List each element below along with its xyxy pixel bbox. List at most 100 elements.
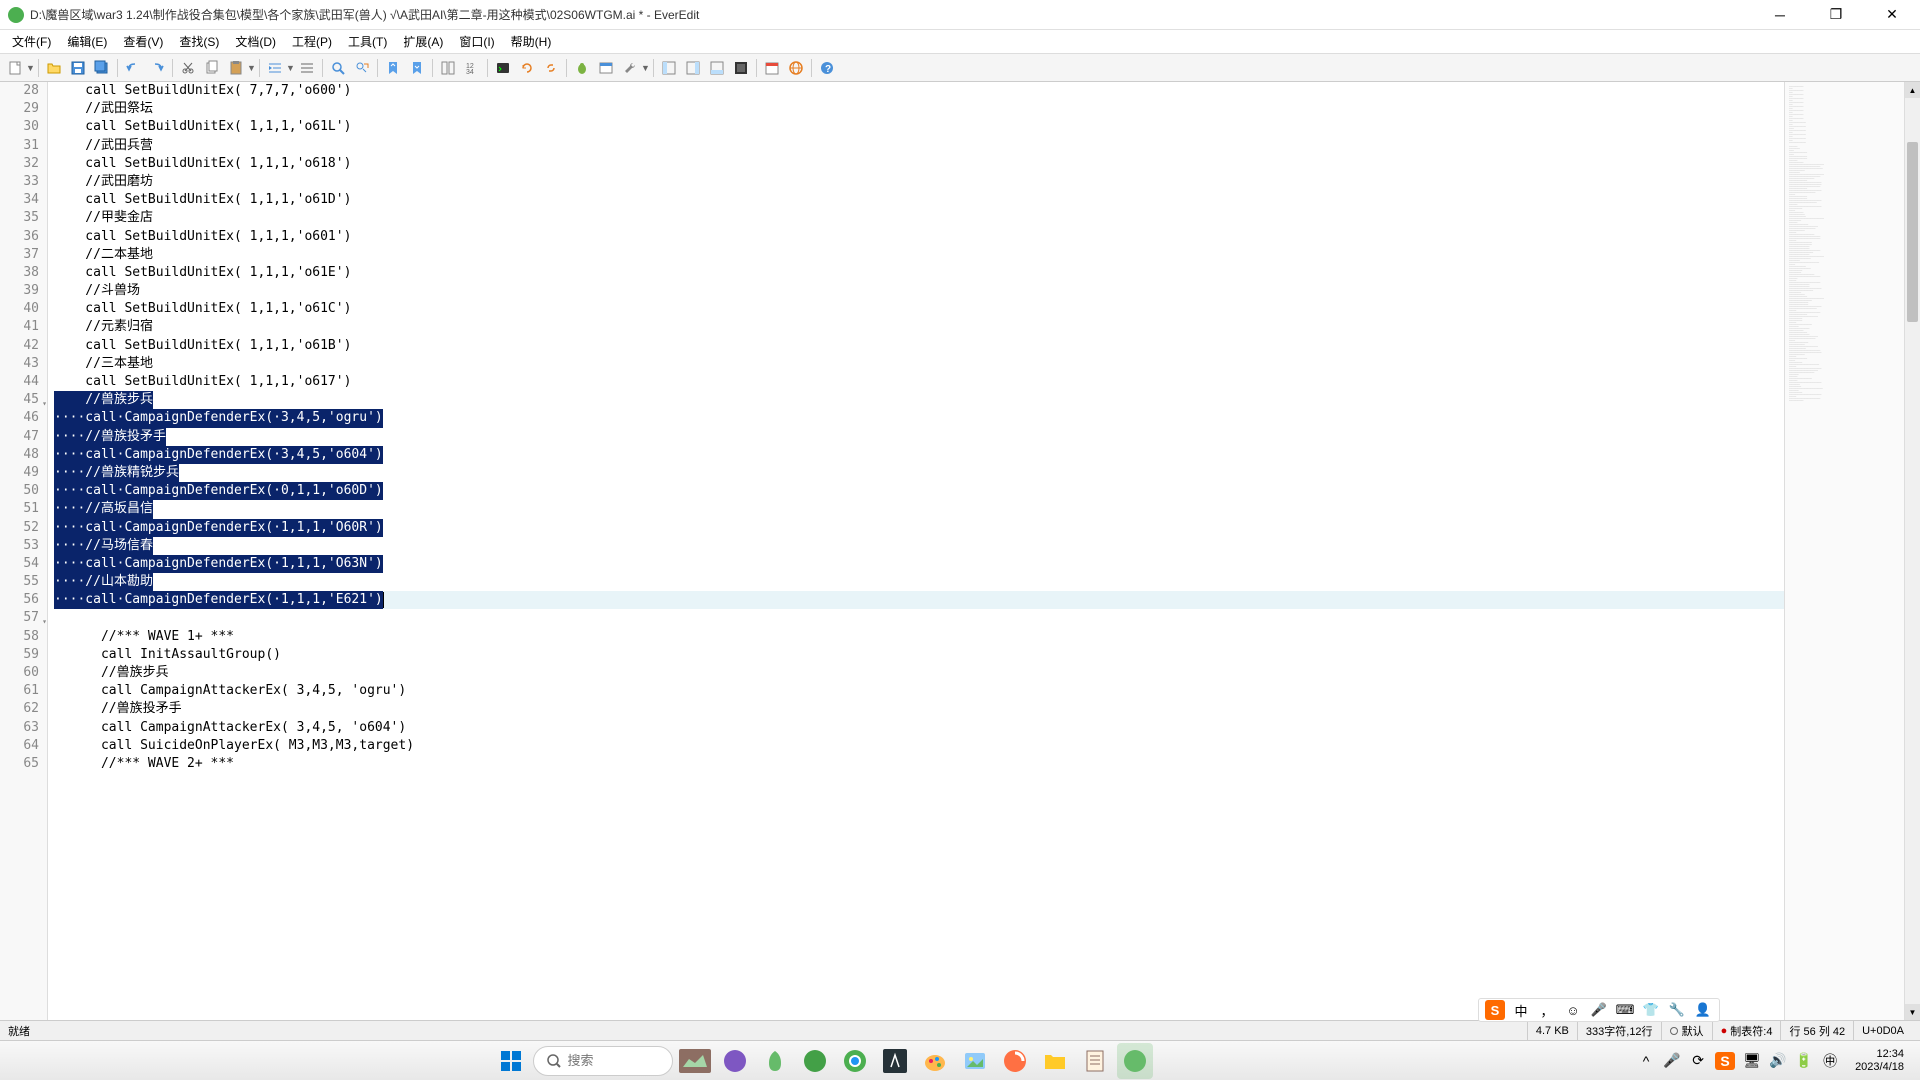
- menu-search[interactable]: 查找(S): [171, 31, 227, 52]
- menu-view[interactable]: 查看(V): [115, 31, 171, 52]
- taskbar-app-image[interactable]: [957, 1043, 993, 1079]
- calendar-icon[interactable]: [761, 57, 783, 79]
- minimize-button[interactable]: ─: [1760, 3, 1800, 27]
- column-mode-icon[interactable]: [437, 57, 459, 79]
- taskbar-app-landscape[interactable]: [677, 1043, 713, 1079]
- status-encoding: U+0D0A: [1853, 1021, 1912, 1040]
- menu-edit[interactable]: 编辑(E): [59, 31, 115, 52]
- save-all-icon[interactable]: [91, 57, 113, 79]
- ime-voice-icon[interactable]: 🎤: [1589, 1000, 1609, 1020]
- svg-text:34: 34: [466, 69, 474, 76]
- taskbar-app-purple[interactable]: [717, 1043, 753, 1079]
- ime-skin-icon[interactable]: 👕: [1641, 1000, 1661, 1020]
- save-icon[interactable]: [67, 57, 89, 79]
- link-icon[interactable]: [540, 57, 562, 79]
- scroll-down-icon[interactable]: ▼: [1905, 1004, 1920, 1020]
- clock-time: 12:34: [1855, 1048, 1904, 1061]
- menu-window[interactable]: 窗口(I): [451, 31, 502, 52]
- tray-battery-icon[interactable]: 🔋: [1795, 1052, 1813, 1070]
- paste-icon[interactable]: [225, 57, 247, 79]
- taskbar-app-folder[interactable]: [1037, 1043, 1073, 1079]
- line-gutter: 282930313233343536373839404142434445▾464…: [0, 82, 48, 1020]
- statusbar: 就绪 4.7 KB 333字符,12行 默认 ● 制表符:4 行 56 列 42…: [0, 1020, 1920, 1040]
- dropdown-icon[interactable]: ▼: [286, 63, 294, 73]
- panel3-icon[interactable]: [706, 57, 728, 79]
- menubar: 文件(F) 编辑(E) 查看(V) 查找(S) 文档(D) 工程(P) 工具(T…: [0, 30, 1920, 54]
- status-tabwidth[interactable]: ● 制表符:4: [1712, 1021, 1781, 1040]
- tray-sogou-icon[interactable]: S: [1715, 1052, 1735, 1070]
- menu-help[interactable]: 帮助(H): [503, 31, 560, 52]
- undo-icon[interactable]: [122, 57, 144, 79]
- tray-chevron-icon[interactable]: ^: [1637, 1052, 1655, 1070]
- browser-icon[interactable]: [785, 57, 807, 79]
- redo-icon[interactable]: [146, 57, 168, 79]
- dropdown-icon[interactable]: ▼: [247, 63, 255, 73]
- dropdown-icon[interactable]: ▼: [641, 63, 649, 73]
- ime-toolbox-icon[interactable]: 🔧: [1667, 1000, 1687, 1020]
- preview-icon[interactable]: [595, 57, 617, 79]
- menu-tools[interactable]: 工具(T): [340, 31, 395, 52]
- cut-icon[interactable]: [177, 57, 199, 79]
- bug-icon[interactable]: [571, 57, 593, 79]
- taskbar-search[interactable]: [533, 1046, 673, 1076]
- taskbar-app-orange[interactable]: [997, 1043, 1033, 1079]
- taskbar-app-dark[interactable]: [877, 1043, 913, 1079]
- status-ready: 就绪: [8, 1023, 1527, 1039]
- svg-text:?: ?: [825, 64, 831, 75]
- dropdown-icon[interactable]: ▼: [26, 63, 34, 73]
- code-area[interactable]: call SetBuildUnitEx( 7,7,7,'o600') //武田祭…: [48, 82, 1784, 1020]
- panel4-icon[interactable]: [730, 57, 752, 79]
- tray-sync-icon[interactable]: ⟳: [1689, 1052, 1707, 1070]
- tray-monitor-icon[interactable]: 🖥: [1743, 1052, 1761, 1070]
- ime-lang-icon[interactable]: 中: [1511, 1000, 1531, 1020]
- taskbar-app-green[interactable]: [757, 1043, 793, 1079]
- ime-toolbar[interactable]: S 中 ， ☺ 🎤 ⌨ 👕 🔧 👤: [1478, 998, 1720, 1022]
- ime-emoji-icon[interactable]: ☺: [1563, 1000, 1583, 1020]
- ime-user-icon[interactable]: 👤: [1693, 1000, 1713, 1020]
- taskbar-app-greenball[interactable]: [797, 1043, 833, 1079]
- refresh-icon[interactable]: [516, 57, 538, 79]
- ime-keyboard-icon[interactable]: ⌨: [1615, 1000, 1635, 1020]
- scroll-thumb[interactable]: [1907, 142, 1918, 322]
- open-file-icon[interactable]: [43, 57, 65, 79]
- tray-ime-icon[interactable]: ㊥: [1821, 1052, 1839, 1070]
- wrench-icon[interactable]: [619, 57, 641, 79]
- find-icon[interactable]: [327, 57, 349, 79]
- terminal-icon[interactable]: [492, 57, 514, 79]
- wordwrap-icon[interactable]: [296, 57, 318, 79]
- ime-punct-icon[interactable]: ，: [1537, 1000, 1557, 1020]
- sogou-icon[interactable]: S: [1485, 1000, 1505, 1020]
- taskbar-app-notepad[interactable]: [1077, 1043, 1113, 1079]
- system-tray: ^ 🎤 ⟳ S 🖥 🔊 🔋 ㊥ 12:34 2023/4/18: [1637, 1048, 1912, 1074]
- minimap[interactable]: ──────────── ─── ──────────── ─── ──────…: [1784, 82, 1904, 1020]
- search-input[interactable]: [568, 1053, 658, 1068]
- menu-extension[interactable]: 扩展(A): [395, 31, 451, 52]
- status-position: 行 56 列 42: [1780, 1021, 1853, 1040]
- panel2-icon[interactable]: [682, 57, 704, 79]
- menu-project[interactable]: 工程(P): [284, 31, 340, 52]
- scroll-up-icon[interactable]: ▲: [1905, 82, 1920, 98]
- maximize-button[interactable]: ❐: [1816, 3, 1856, 27]
- panel1-icon[interactable]: [658, 57, 680, 79]
- menu-file[interactable]: 文件(F): [4, 31, 59, 52]
- status-mode[interactable]: 默认: [1661, 1021, 1712, 1040]
- taskbar-clock[interactable]: 12:34 2023/4/18: [1847, 1048, 1912, 1074]
- numbers-icon[interactable]: 1234: [461, 57, 483, 79]
- bookmark-prev-icon[interactable]: [382, 57, 404, 79]
- tray-mic-icon[interactable]: 🎤: [1663, 1052, 1681, 1070]
- replace-icon[interactable]: [351, 57, 373, 79]
- bookmark-next-icon[interactable]: [406, 57, 428, 79]
- taskbar-app-browser[interactable]: [837, 1043, 873, 1079]
- taskbar-app-paint[interactable]: [917, 1043, 953, 1079]
- copy-icon[interactable]: [201, 57, 223, 79]
- tray-volume-icon[interactable]: 🔊: [1769, 1052, 1787, 1070]
- menu-document[interactable]: 文档(D): [227, 31, 284, 52]
- help-icon[interactable]: ?: [816, 57, 838, 79]
- vertical-scrollbar[interactable]: ▲ ▼: [1904, 82, 1920, 1020]
- indent-icon[interactable]: [264, 57, 286, 79]
- toolbar: ▼ ▼ ▼ 1234 ▼ ?: [0, 54, 1920, 82]
- start-button[interactable]: [493, 1043, 529, 1079]
- close-button[interactable]: ✕: [1872, 3, 1912, 27]
- new-file-icon[interactable]: [4, 57, 26, 79]
- taskbar-app-everedit[interactable]: [1117, 1043, 1153, 1079]
